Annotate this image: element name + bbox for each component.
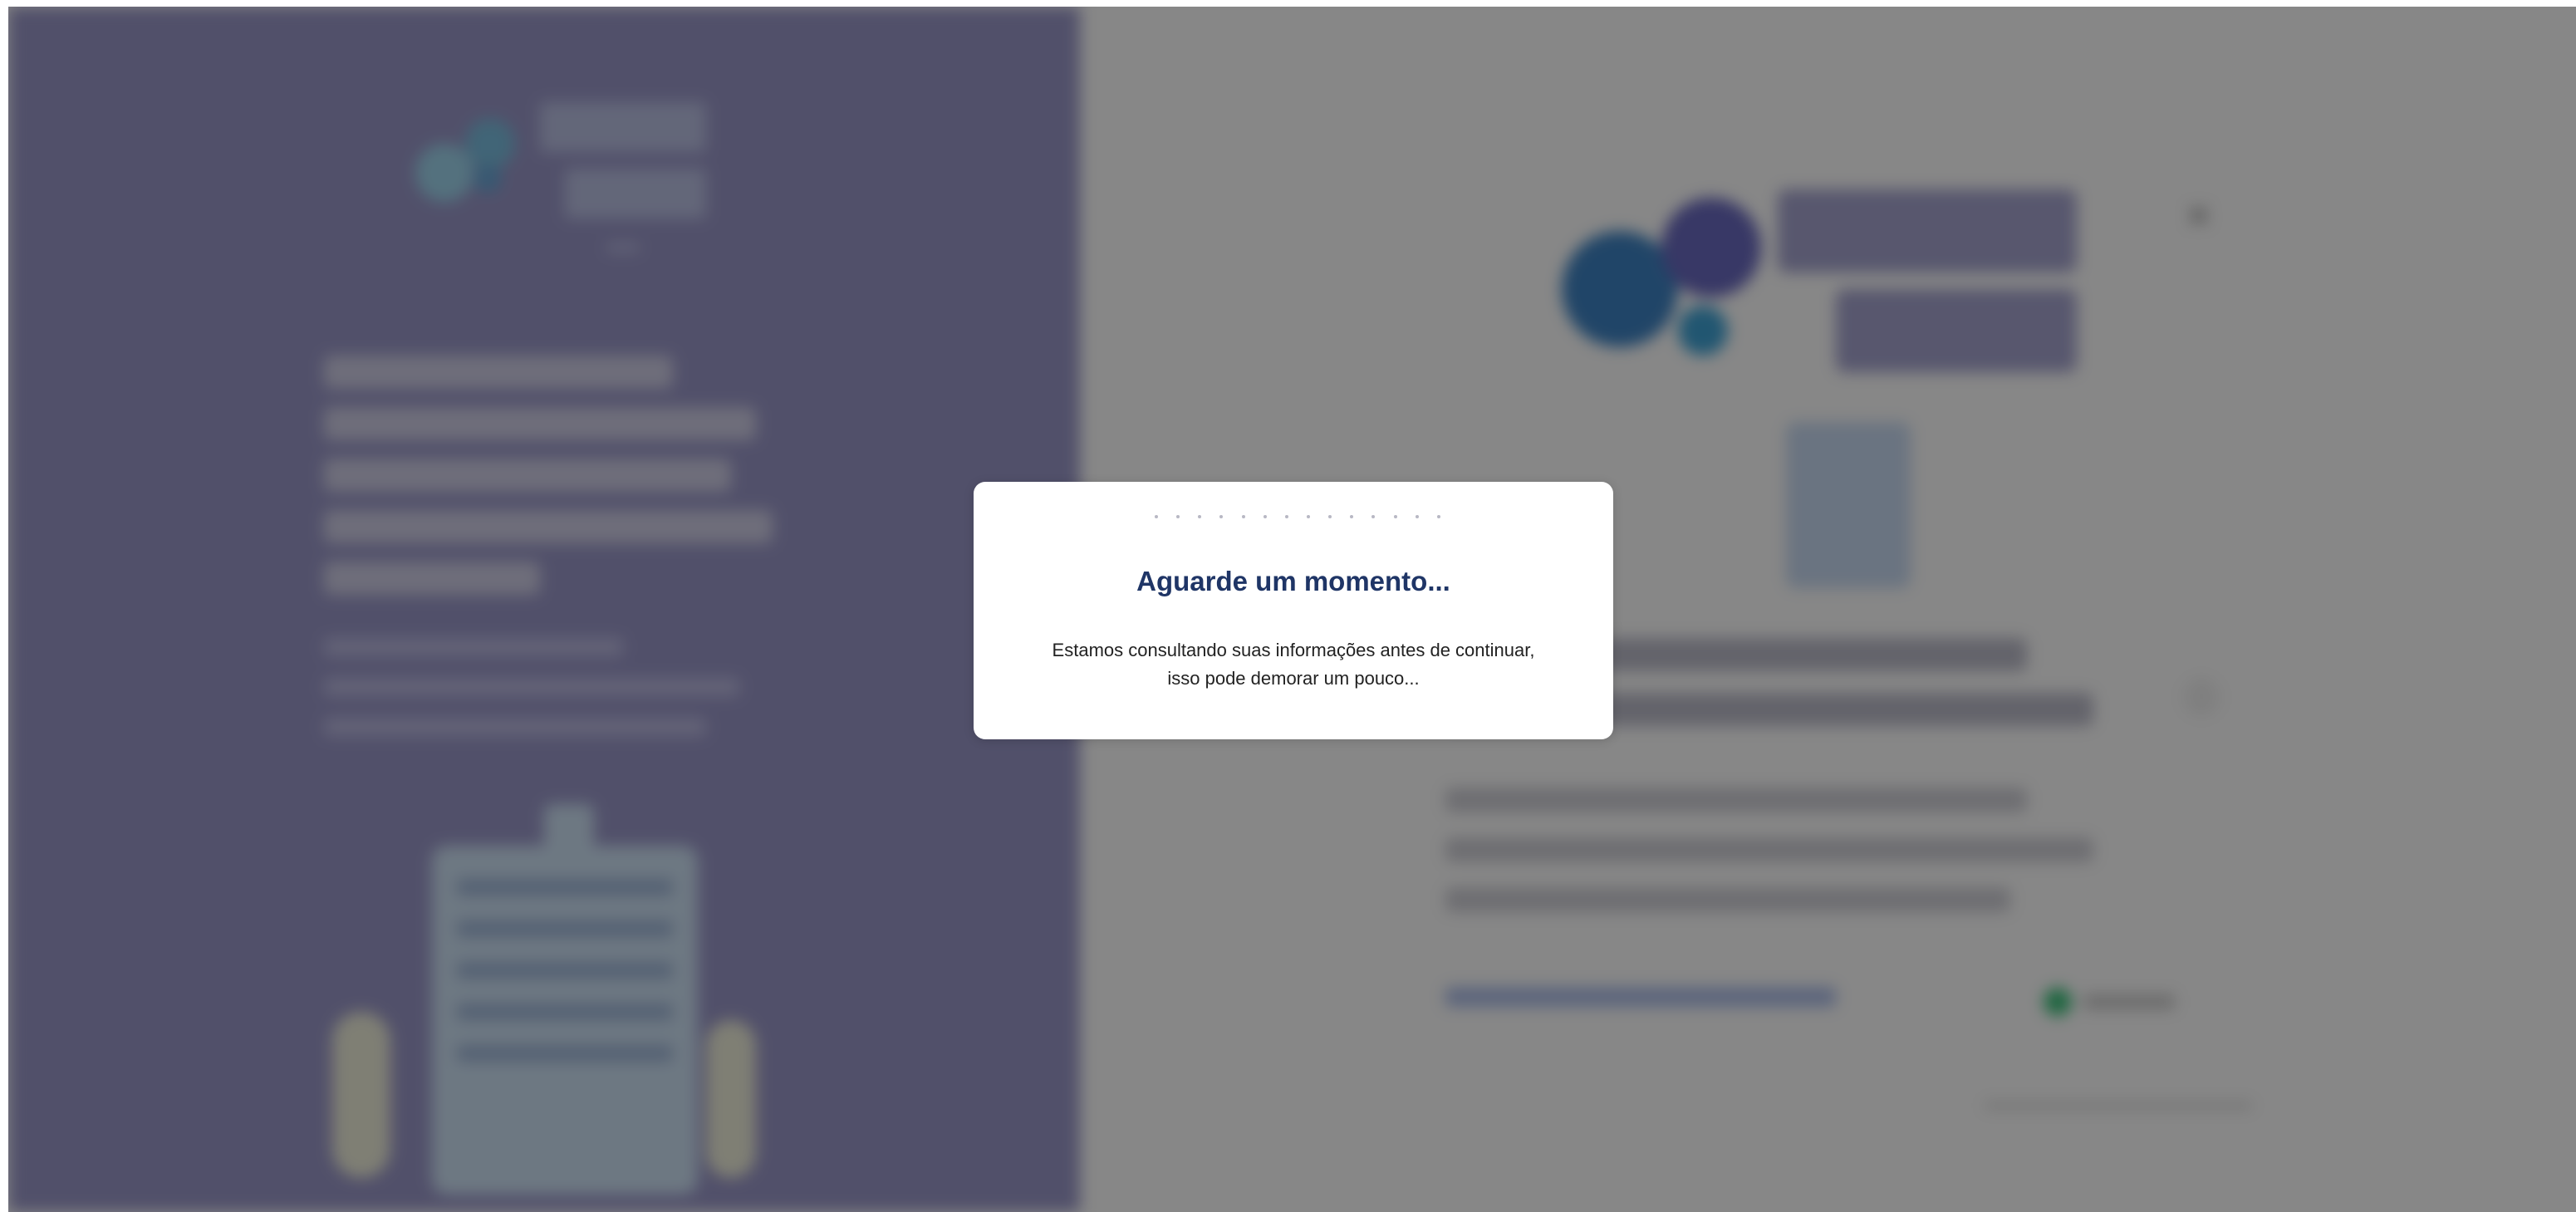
loading-dots-icon [1155,513,1440,521]
dialog-title: Aguarde um momento... [1136,566,1450,596]
dialog-message-line-1: Estamos consultando suas informações ant… [1052,640,1535,660]
page-edge-top [0,0,2576,7]
dialog-message: Estamos consultando suas informações ant… [1007,636,1580,693]
page-edge-left [0,0,8,1212]
loading-dialog: Aguarde um momento... Estamos consultand… [974,482,1613,739]
page: ✕ ⓘ Aguarde um momento... Estamos consul… [0,0,2576,1212]
dialog-message-line-2: isso pode demorar um pouco... [1167,668,1420,689]
